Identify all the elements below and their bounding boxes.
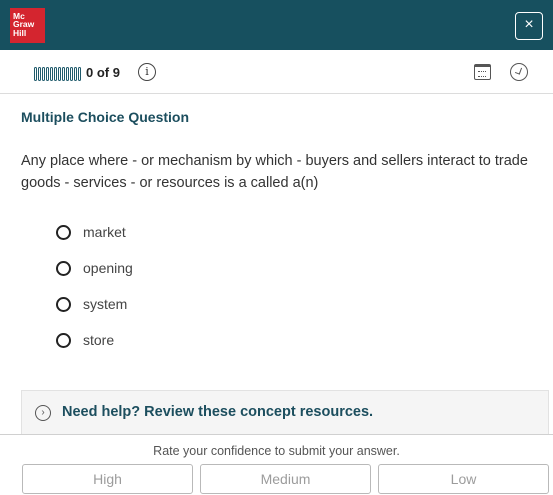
radio-icon[interactable] [56, 296, 71, 312]
clock-icon[interactable] [510, 63, 528, 81]
answer-choices: market opening system store [56, 214, 133, 358]
progress-tick [62, 67, 65, 81]
confidence-footer: Rate your confidence to submit your answ… [0, 434, 553, 495]
question-text: Any place where - or mechanism by which … [21, 153, 528, 191]
progress-tick [66, 67, 69, 81]
progress-count: 0 of 9 [86, 65, 120, 80]
progress-tick [38, 67, 41, 81]
choice-label: market [83, 224, 126, 240]
progress-tick [74, 67, 77, 81]
progress-tick [70, 67, 73, 81]
choice-label: store [83, 332, 115, 348]
radio-icon[interactable] [56, 260, 71, 276]
chevron-right-circle-icon: › [35, 405, 51, 421]
progress-ticks [34, 67, 81, 81]
top-bar: Mc Graw Hill × [0, 0, 553, 50]
confidence-medium-button[interactable]: Medium [200, 464, 371, 494]
mcgraw-hill-logo: Mc Graw Hill [10, 8, 45, 43]
help-resources-link[interactable]: Need help? Review these concept resource… [62, 404, 373, 420]
help-resources-panel[interactable]: › Need help? Review these concept resour… [21, 390, 549, 435]
progress-tick [58, 67, 61, 81]
question-type-heading: Multiple Choice Question [21, 109, 190, 125]
radio-icon[interactable] [56, 224, 71, 240]
progress-tick [42, 67, 45, 81]
radio-icon[interactable] [56, 332, 71, 348]
logo-line-3: Hill [13, 27, 27, 38]
choice-opening[interactable]: opening [56, 250, 133, 286]
confidence-prompt: Rate your confidence to submit your answ… [153, 444, 400, 458]
choice-system[interactable]: system [56, 286, 133, 322]
progress-tick [54, 67, 57, 81]
choice-label: opening [83, 260, 133, 276]
progress-tick [50, 67, 53, 81]
choice-market[interactable]: market [56, 214, 133, 250]
progress-tick [78, 67, 81, 81]
close-button[interactable]: × [515, 12, 543, 40]
progress-bar: 0 of 9 i [0, 50, 553, 94]
choice-store[interactable]: store [56, 322, 133, 358]
confidence-low-button[interactable]: Low [378, 464, 549, 494]
confidence-high-button[interactable]: High [22, 464, 193, 494]
choice-label: system [83, 296, 128, 312]
info-icon[interactable]: i [138, 63, 156, 81]
progress-tick [34, 67, 37, 81]
progress-tick [46, 67, 49, 81]
calendar-icon[interactable] [474, 64, 491, 80]
